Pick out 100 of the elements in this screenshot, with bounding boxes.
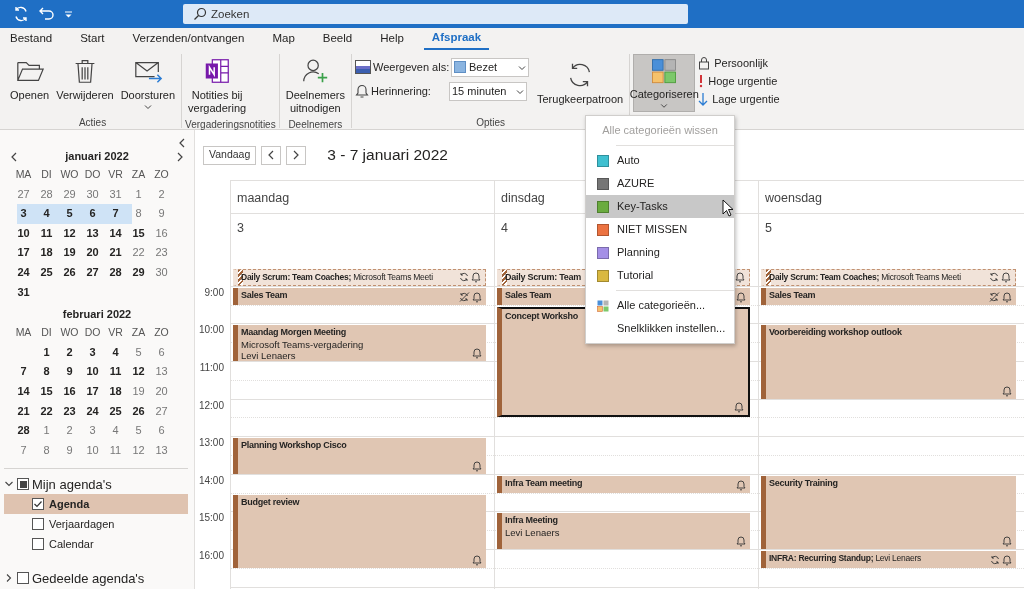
collapse-icon[interactable] [178, 138, 186, 148]
calendar-day[interactable]: 11 [104, 362, 127, 382]
calendar-day[interactable]: 9 [150, 204, 173, 224]
calendar-day[interactable]: 12 [127, 440, 150, 461]
calendar-day[interactable]: 29 [127, 262, 150, 283]
ribbon-tab[interactable]: Map [264, 28, 303, 50]
calendar-day[interactable]: 6 [150, 421, 173, 441]
calendar-day[interactable]: 23 [58, 401, 81, 422]
today-button[interactable]: Vandaag [203, 145, 257, 165]
calendar-day[interactable]: 13 [150, 362, 173, 382]
category-menu-item[interactable]: NIET MISSEN [586, 218, 734, 241]
calendar-day[interactable]: 28 [12, 421, 35, 441]
calendar-day[interactable]: 17 [81, 381, 104, 402]
delete-button[interactable]: Verwijderen [53, 54, 117, 104]
menu-item[interactable]: Snelklikken instellen... [586, 317, 734, 340]
calendar-day[interactable]: 27 [12, 184, 35, 205]
calendar-day[interactable]: 21 [12, 401, 35, 422]
calendar-day[interactable]: 16 [58, 381, 81, 402]
forward-button[interactable]: Doorsturen [117, 54, 179, 112]
calendar-day[interactable]: 22 [127, 243, 150, 263]
calendar-day[interactable]: 2 [58, 421, 81, 441]
checkbox[interactable] [32, 538, 44, 551]
ribbon-tab[interactable]: Beeld [314, 28, 361, 50]
calendar-day[interactable]: 7 [104, 204, 127, 224]
calendar-item[interactable]: Calendar [4, 534, 188, 555]
calendar-day[interactable]: 11 [35, 223, 58, 244]
calendar-day[interactable]: 13 [81, 223, 104, 244]
calendar-day[interactable]: 29 [58, 184, 81, 205]
category-menu-item[interactable]: Key-Tasks [586, 195, 734, 218]
calendar-item[interactable]: Verjaardagen [4, 514, 188, 535]
calendar-day[interactable]: 5 [127, 421, 150, 441]
calendar-day[interactable]: 19 [127, 381, 150, 402]
calendar-day[interactable]: 1 [35, 421, 58, 441]
calendar-day[interactable]: 20 [81, 243, 104, 263]
calendar-day[interactable]: 10 [81, 362, 104, 382]
dropdown-field[interactable]: Bezet [451, 57, 529, 77]
recurrence-button[interactable]: Terugkeerpatroon [534, 58, 627, 108]
calendar-day[interactable]: 25 [35, 262, 58, 283]
calendar-day[interactable]: 17 [12, 243, 35, 263]
calendar-day[interactable]: 24 [81, 401, 104, 422]
calendar-day[interactable]: 22 [35, 401, 58, 422]
search-field[interactable]: Zoeken [183, 4, 688, 24]
appointment[interactable]: Sales Team [233, 287, 486, 305]
category-menu-item[interactable]: Auto [586, 149, 734, 172]
calendar-day[interactable]: 1 [127, 184, 150, 205]
calendar-day[interactable]: 4 [104, 342, 127, 363]
calendar-item[interactable]: Agenda [4, 494, 188, 515]
calendar-day[interactable]: 2 [150, 184, 173, 205]
calendar-day[interactable]: 27 [81, 262, 104, 283]
category-menu-item[interactable]: Tutorial [586, 264, 734, 287]
chevron-icon[interactable] [4, 573, 14, 584]
calendar-day[interactable]: 30 [81, 184, 104, 205]
calendar-day[interactable]: 7 [12, 362, 35, 382]
calendar-day[interactable]: 4 [104, 421, 127, 441]
calendar-day[interactable]: 18 [35, 243, 58, 263]
calendar-day[interactable]: 31 [12, 282, 35, 303]
checkbox[interactable] [17, 478, 29, 491]
calendar-day[interactable]: 26 [127, 401, 150, 422]
ribbon-tab[interactable]: Bestand [2, 28, 61, 50]
calendar-day[interactable]: 24 [12, 262, 35, 283]
calendar-day[interactable]: 14 [104, 223, 127, 244]
calendar-day[interactable]: 15 [35, 381, 58, 402]
checkbox[interactable] [32, 498, 44, 511]
calendar-day[interactable]: 6 [81, 204, 104, 224]
calendar-day[interactable]: 19 [58, 243, 81, 263]
appointment[interactable]: INFRA: Recurring Standup; Levi Lenaers [761, 551, 1016, 568]
appointment[interactable]: Security Training [761, 475, 1016, 549]
calendar-day[interactable]: 3 [81, 421, 104, 441]
calendar-day[interactable]: 2 [58, 342, 81, 363]
ribbon-tab[interactable]: Verzenden/ontvangen [124, 28, 253, 50]
invite-button[interactable]: Deelnemers uitnodigen [282, 54, 348, 117]
meeting-notes-button[interactable]: Notities bij vergadering [185, 54, 250, 117]
calendar-day[interactable]: 4 [35, 204, 58, 224]
next-month-icon[interactable] [176, 151, 184, 162]
calendar-day[interactable]: 13 [150, 440, 173, 461]
calendar-day[interactable]: 3 [81, 342, 104, 363]
high-button[interactable]: Hoge urgentie [696, 72, 780, 90]
calendar-day[interactable]: 27 [150, 401, 173, 422]
appointment[interactable]: Maandag Morgen Meeting Microsoft Teams-vergadering Levi Lenaers [233, 325, 486, 361]
calendar-day[interactable]: 28 [104, 262, 127, 283]
ribbon-tab[interactable]: Start [72, 28, 113, 50]
customize-icon[interactable] [64, 9, 73, 19]
menu-item[interactable]: Alle categorieën... [586, 294, 734, 317]
calendar-day[interactable]: 9 [58, 362, 81, 382]
category-menu-item[interactable]: AZURE [586, 172, 734, 195]
calendar-day[interactable]: 14 [12, 381, 35, 402]
appointment[interactable]: Infra Team meeting [497, 475, 750, 493]
checkbox[interactable] [32, 518, 44, 531]
calendar-day[interactable]: 30 [150, 262, 173, 283]
calendar-day[interactable]: 25 [104, 401, 127, 422]
calendar-day[interactable]: 31 [104, 184, 127, 205]
calendar-day[interactable]: 8 [35, 362, 58, 382]
calendar-day[interactable]: 8 [35, 440, 58, 461]
calendar-day[interactable]: 21 [104, 243, 127, 263]
sync-icon[interactable] [12, 5, 30, 23]
category-menu-item[interactable]: Planning [586, 241, 734, 264]
ribbon-tab[interactable]: Help [372, 28, 412, 50]
calendar-day[interactable]: 8 [127, 204, 150, 224]
appointment[interactable]: Daily Scrum: Team Coaches; Microsoft Teams Meeti [761, 269, 1016, 286]
previous-month-icon[interactable] [10, 151, 18, 162]
